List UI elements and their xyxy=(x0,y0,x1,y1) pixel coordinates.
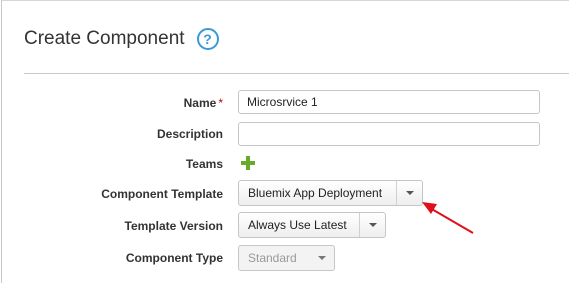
name-label: Name * xyxy=(184,96,223,110)
teams-label: Teams xyxy=(185,157,223,171)
chevron-down-icon xyxy=(309,246,334,270)
component-type-label: Component Type xyxy=(125,251,223,265)
chevron-down-icon[interactable] xyxy=(359,213,385,237)
component-template-value: Bluemix App Deployment xyxy=(248,186,383,200)
annotation-arrow xyxy=(422,202,474,234)
component-template-select[interactable]: Bluemix App Deployment xyxy=(238,180,423,206)
name-field[interactable] xyxy=(238,90,540,114)
template-version-select[interactable]: Always Use Latest xyxy=(238,212,386,238)
add-team-icon[interactable] xyxy=(240,155,256,171)
component-template-label: Component Template xyxy=(101,187,223,201)
description-field[interactable] xyxy=(238,122,540,146)
component-type-select: Standard xyxy=(238,245,335,271)
required-marker: * xyxy=(218,96,223,110)
name-label-text: Name xyxy=(183,96,217,110)
create-component-dialog: Create Component ? Name* Description Tea… xyxy=(1,0,569,283)
template-version-value: Always Use Latest xyxy=(248,218,347,232)
template-version-label: Template Version xyxy=(124,219,223,233)
description-label: Description xyxy=(156,127,223,141)
component-type-value: Standard xyxy=(248,251,297,265)
dialog-header: Create Component ? xyxy=(24,25,219,53)
header-divider xyxy=(24,73,569,74)
help-icon[interactable]: ? xyxy=(196,28,219,50)
dialog-title: Create Component xyxy=(24,28,185,49)
